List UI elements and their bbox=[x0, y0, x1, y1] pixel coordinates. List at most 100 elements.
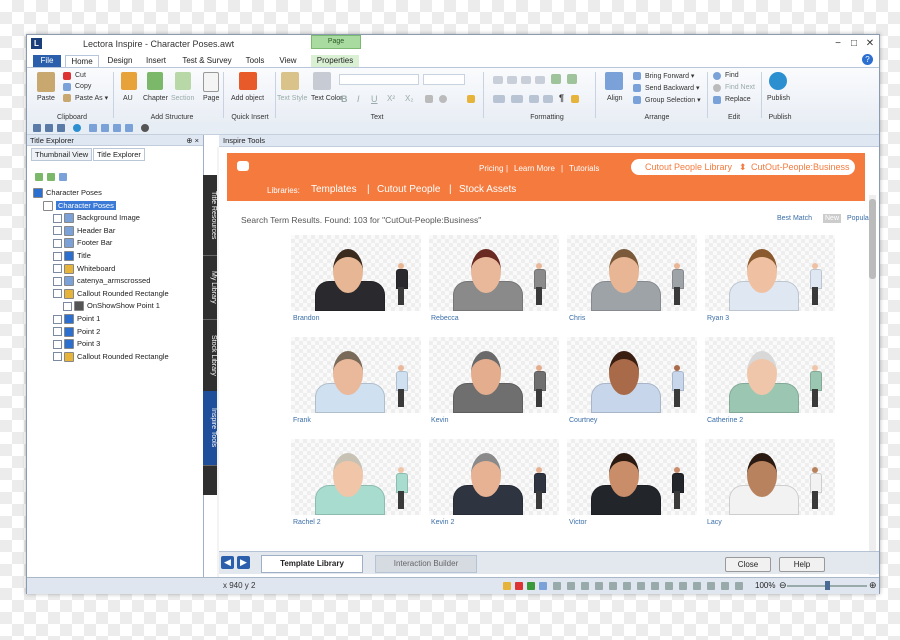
au-button[interactable]: AU bbox=[123, 95, 133, 102]
chapter-button[interactable]: Chapter bbox=[143, 95, 168, 102]
tree-item[interactable]: Character Poses bbox=[43, 200, 116, 211]
add-object-icon[interactable] bbox=[239, 72, 257, 90]
align-center-icon[interactable] bbox=[507, 76, 517, 84]
tab-template-library[interactable]: Template Library bbox=[261, 555, 363, 573]
bring-forward-button[interactable]: Bring Forward ▾ bbox=[645, 72, 694, 80]
close-button[interactable]: Close bbox=[725, 557, 771, 572]
person-card[interactable] bbox=[429, 235, 559, 311]
category-select-value[interactable]: CutOut-People:Business bbox=[751, 162, 850, 172]
paste-as-button[interactable]: Paste As ▾ bbox=[75, 94, 108, 102]
person-name-link[interactable]: Rachel 2 bbox=[293, 519, 321, 526]
status-align-icon[interactable] bbox=[595, 582, 603, 590]
publish-globe-icon[interactable] bbox=[769, 72, 787, 90]
tree-item[interactable]: Callout Rounded Rectangle bbox=[53, 288, 169, 299]
library-select-value[interactable]: Cutout People Library bbox=[645, 162, 732, 172]
tab-test-survey[interactable]: Test & Survey bbox=[179, 55, 235, 67]
group-selection-icon[interactable] bbox=[633, 96, 641, 104]
status-align-icon[interactable] bbox=[707, 582, 715, 590]
status-play-icon[interactable] bbox=[527, 582, 535, 590]
templates-link[interactable]: Templates bbox=[311, 184, 357, 195]
text-style-icon[interactable] bbox=[281, 72, 299, 90]
pricing-link[interactable]: Pricing bbox=[479, 164, 503, 173]
status-align-icon[interactable] bbox=[567, 582, 575, 590]
person-name-link[interactable]: Brandon bbox=[293, 315, 319, 322]
tab-insert[interactable]: Insert bbox=[141, 55, 171, 67]
cut-button[interactable]: Cut bbox=[75, 72, 86, 79]
superscript-button[interactable]: X² bbox=[387, 94, 395, 103]
paragraph-marks-button[interactable]: ¶ bbox=[559, 93, 564, 103]
page-icon[interactable] bbox=[203, 72, 219, 92]
visibility-checkbox[interactable] bbox=[53, 276, 62, 286]
bring-forward-icon[interactable] bbox=[633, 72, 641, 80]
person-name-link[interactable]: Kevin bbox=[431, 417, 449, 424]
tab-tools[interactable]: Tools bbox=[241, 55, 269, 67]
person-card[interactable] bbox=[705, 439, 835, 515]
copy-button[interactable]: Copy bbox=[75, 83, 91, 90]
visibility-checkbox[interactable] bbox=[53, 213, 62, 223]
filter-icon[interactable] bbox=[59, 173, 67, 181]
person-card[interactable] bbox=[705, 235, 835, 311]
stock-assets-link[interactable]: Stock Assets bbox=[459, 184, 516, 195]
replace-button[interactable]: Replace bbox=[725, 96, 751, 103]
tree-item[interactable]: OnShowShow Point 1 bbox=[63, 300, 160, 312]
panel-pin-close[interactable]: ⊕ × bbox=[186, 135, 199, 146]
section-icon[interactable] bbox=[175, 72, 191, 90]
guides-icon[interactable] bbox=[113, 124, 121, 132]
format-painter-icon[interactable] bbox=[467, 95, 475, 103]
nav-back-button[interactable]: ◀ bbox=[221, 556, 234, 569]
font-family-combo[interactable] bbox=[339, 74, 419, 85]
close-window-button[interactable]: ✕ bbox=[863, 38, 877, 49]
person-name-link[interactable]: Catherine 2 bbox=[707, 417, 743, 424]
find-icon[interactable] bbox=[713, 72, 721, 80]
au-icon[interactable] bbox=[121, 72, 137, 90]
text-style-button[interactable]: Text Style bbox=[277, 95, 307, 102]
align-objects-icon[interactable] bbox=[605, 72, 623, 90]
align-left-icon[interactable] bbox=[493, 76, 503, 84]
status-align-icon[interactable] bbox=[637, 582, 645, 590]
line-spacing-icon[interactable] bbox=[551, 74, 561, 84]
zoom-slider-knob[interactable] bbox=[825, 581, 830, 590]
library-select-arrow-icon[interactable]: ⬍ bbox=[739, 162, 747, 173]
person-card[interactable] bbox=[429, 337, 559, 413]
status-align-icon[interactable] bbox=[623, 582, 631, 590]
paragraph-spacing-icon[interactable] bbox=[567, 74, 577, 84]
help-button[interactable]: Help bbox=[779, 557, 825, 572]
text-color-icon[interactable] bbox=[313, 72, 331, 90]
paste-button[interactable]: Paste bbox=[37, 95, 55, 102]
person-card[interactable] bbox=[567, 235, 697, 311]
tab-properties[interactable]: Properties bbox=[311, 55, 359, 67]
send-backward-button[interactable]: Send Backward ▾ bbox=[645, 84, 700, 92]
status-layout-icon[interactable] bbox=[539, 582, 547, 590]
tree-item[interactable]: Footer Bar bbox=[53, 237, 112, 249]
preview-icon[interactable] bbox=[73, 124, 81, 132]
find-next-icon[interactable] bbox=[713, 84, 721, 92]
indent-icon[interactable] bbox=[529, 95, 539, 103]
tutorials-link[interactable]: Tutorials bbox=[569, 164, 599, 173]
status-align-icon[interactable] bbox=[693, 582, 701, 590]
expand-all-icon[interactable] bbox=[35, 173, 43, 181]
strike-icon[interactable] bbox=[425, 95, 433, 103]
tree-item[interactable]: catenya_armscrossed bbox=[53, 275, 150, 287]
sort-new[interactable]: New bbox=[823, 214, 842, 223]
align-button[interactable]: Align bbox=[607, 95, 623, 102]
cutout-people-link[interactable]: Cutout People bbox=[377, 184, 440, 195]
tab-view[interactable]: View bbox=[275, 55, 301, 67]
zoom-out-icon[interactable]: ⊖ bbox=[779, 580, 787, 591]
save-icon[interactable] bbox=[33, 124, 41, 132]
status-align-icon[interactable] bbox=[609, 582, 617, 590]
underline-button[interactable]: U bbox=[371, 94, 378, 104]
main-scrollbar-thumb[interactable] bbox=[869, 199, 876, 279]
sort-popular[interactable]: Popular bbox=[847, 215, 871, 222]
status-view-icon[interactable] bbox=[503, 582, 511, 590]
text-color-button[interactable]: Text Color bbox=[311, 95, 343, 102]
person-name-link[interactable]: Victor bbox=[569, 519, 587, 526]
person-card[interactable] bbox=[705, 337, 835, 413]
tab-file[interactable]: File bbox=[33, 55, 61, 67]
tab-inspire-tools[interactable]: Inspire Tools bbox=[203, 391, 217, 466]
bold-button[interactable]: B bbox=[341, 94, 348, 104]
paste-as-icon[interactable] bbox=[63, 94, 71, 102]
replace-icon[interactable] bbox=[713, 96, 721, 104]
font-size-combo[interactable] bbox=[423, 74, 465, 85]
bullets-icon[interactable] bbox=[493, 95, 505, 103]
status-align-icon[interactable] bbox=[553, 582, 561, 590]
